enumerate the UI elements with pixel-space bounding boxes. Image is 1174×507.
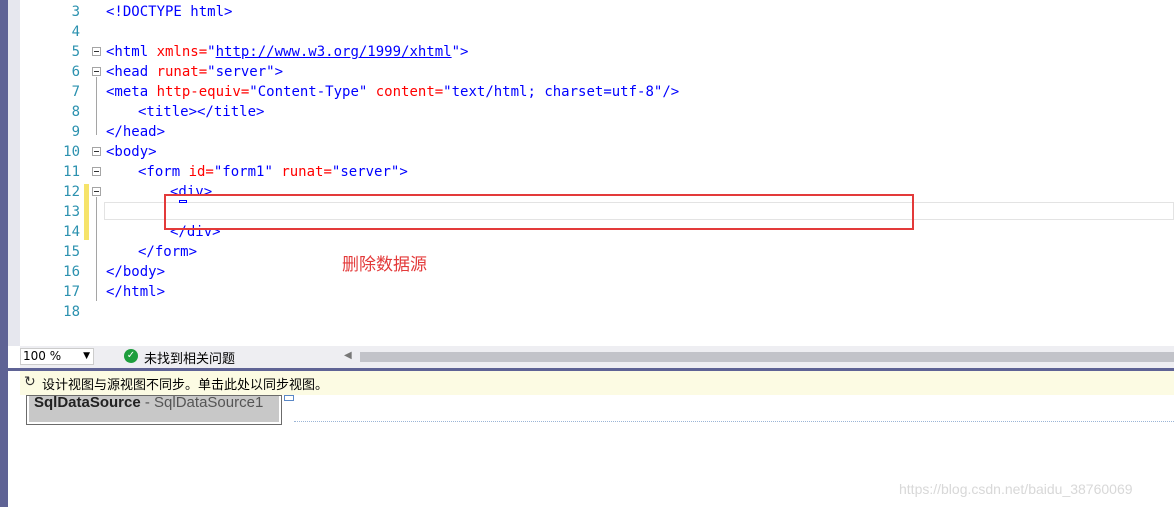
- code-line[interactable]: </body>: [106, 262, 165, 282]
- watermark: https://blog.csdn.net/baidu_38760069: [899, 481, 1133, 497]
- attr-quote: ": [207, 44, 216, 60]
- html-open-tag: <html: [106, 44, 157, 60]
- attr-quote: ": [451, 44, 461, 60]
- sync-message[interactable]: 设计视图与源视图不同步。单击此处以同步视图。: [42, 374, 328, 393]
- line-number: 12: [63, 184, 80, 200]
- control-id: SqlDataSource1: [154, 394, 264, 411]
- collapse-icon[interactable]: [92, 187, 101, 196]
- check-circle-icon: ✓: [124, 349, 138, 363]
- code-line[interactable]: </head>: [106, 122, 165, 142]
- doctype: <!DOCTYPE html>: [106, 4, 233, 20]
- xmlns-link[interactable]: http://www.w3.org/1999/xhtml: [216, 44, 452, 60]
- attr-name: content=: [367, 84, 444, 100]
- tag-close: >: [274, 64, 284, 80]
- change-marker: [84, 184, 89, 240]
- attr-value: "form1": [213, 164, 273, 180]
- sqldatasource-control[interactable]: SqlDataSource - SqlDataSource1: [26, 395, 282, 425]
- editor-status-bar: 100 % ▼ ✓ 未找到相关问题 ◀: [20, 346, 1174, 369]
- html-close-tag: </html>: [106, 284, 166, 300]
- attr-value: "server": [207, 64, 275, 80]
- scroll-left-icon[interactable]: ◀: [344, 350, 352, 361]
- line-number: 6: [71, 64, 80, 80]
- collapse-icon[interactable]: [92, 67, 101, 76]
- line-number: 15: [63, 244, 80, 260]
- line-number: 4: [71, 24, 80, 40]
- zoom-value: 100 %: [23, 349, 62, 363]
- collapse-icon[interactable]: [92, 47, 101, 56]
- sync-info-bar[interactable]: ↻ 设计视图与源视图不同步。单击此处以同步视图。: [20, 371, 1174, 396]
- control-label: SqlDataSource - SqlDataSource1: [29, 394, 279, 422]
- annotation-label: 删除数据源: [342, 255, 427, 275]
- code-line[interactable]: <title></title>: [138, 102, 264, 122]
- attr-value: "Content-Type": [249, 84, 368, 100]
- form-close-tag: </form>: [138, 244, 198, 260]
- attr-name: id=: [188, 164, 214, 180]
- code-line[interactable]: <html xmlns="http://www.w3.org/1999/xhtm…: [106, 42, 468, 62]
- issues-status[interactable]: 未找到相关问题: [144, 348, 235, 367]
- line-number: 18: [63, 304, 80, 320]
- attr-value: "text/html; charset=utf-8": [443, 84, 663, 100]
- attr-name: runat=: [156, 64, 208, 80]
- attr-name: runat=: [272, 164, 332, 180]
- body-open-tag: <body>: [106, 144, 157, 160]
- annotation-highlight-box: [164, 194, 914, 230]
- editor-margin: [8, 0, 20, 346]
- line-number: 9: [71, 124, 80, 140]
- line-number: 13: [63, 204, 80, 220]
- line-number: 16: [63, 264, 80, 280]
- tag-close: />: [662, 84, 680, 100]
- window-left-border: [0, 0, 8, 507]
- head-open-tag: <head: [106, 64, 157, 80]
- form-boundary: [294, 421, 1174, 423]
- line-number: 10: [63, 144, 80, 160]
- attr-value: "server": [331, 164, 400, 180]
- collapse-icon[interactable]: [92, 147, 101, 156]
- horizontal-scrollbar-thumb[interactable]: [360, 352, 1174, 362]
- line-number: 3: [71, 4, 80, 20]
- line-number: 8: [71, 104, 80, 120]
- collapse-icon[interactable]: [92, 167, 101, 176]
- zoom-dropdown[interactable]: 100 % ▼: [20, 348, 94, 365]
- code-line[interactable]: <head runat="server">: [106, 62, 283, 82]
- title-tag: <title></title>: [138, 104, 265, 120]
- chevron-down-icon: ▼: [83, 351, 90, 361]
- code-line[interactable]: <form id="form1" runat="server">: [138, 162, 408, 182]
- head-close-tag: </head>: [106, 124, 166, 140]
- line-number: 17: [63, 284, 80, 300]
- code-line[interactable]: </html>: [106, 282, 165, 302]
- smart-tag-icon[interactable]: [284, 395, 294, 401]
- code-line[interactable]: </form>: [138, 242, 197, 262]
- attr-name: xmlns=: [156, 44, 208, 60]
- control-separator: -: [140, 394, 155, 411]
- code-line[interactable]: <body>: [106, 142, 157, 162]
- body-close-tag: </body>: [106, 264, 166, 280]
- control-type: SqlDataSource: [34, 394, 141, 411]
- refresh-icon: ↻: [24, 374, 36, 390]
- line-number: 14: [63, 224, 80, 240]
- outline-guide: [96, 197, 97, 301]
- code-line[interactable]: <!DOCTYPE html>: [106, 2, 232, 22]
- line-number: 5: [71, 44, 80, 60]
- attr-name: http-equiv=: [156, 84, 250, 100]
- line-number: 7: [71, 84, 80, 100]
- line-number: 11: [63, 164, 80, 180]
- tag-close: >: [460, 44, 469, 60]
- code-line[interactable]: <meta http-equiv="Content-Type" content=…: [106, 82, 679, 102]
- form-open-tag: <form: [138, 164, 189, 180]
- meta-open-tag: <meta: [106, 84, 157, 100]
- tag-close: >: [399, 164, 408, 180]
- outline-guide: [96, 77, 97, 135]
